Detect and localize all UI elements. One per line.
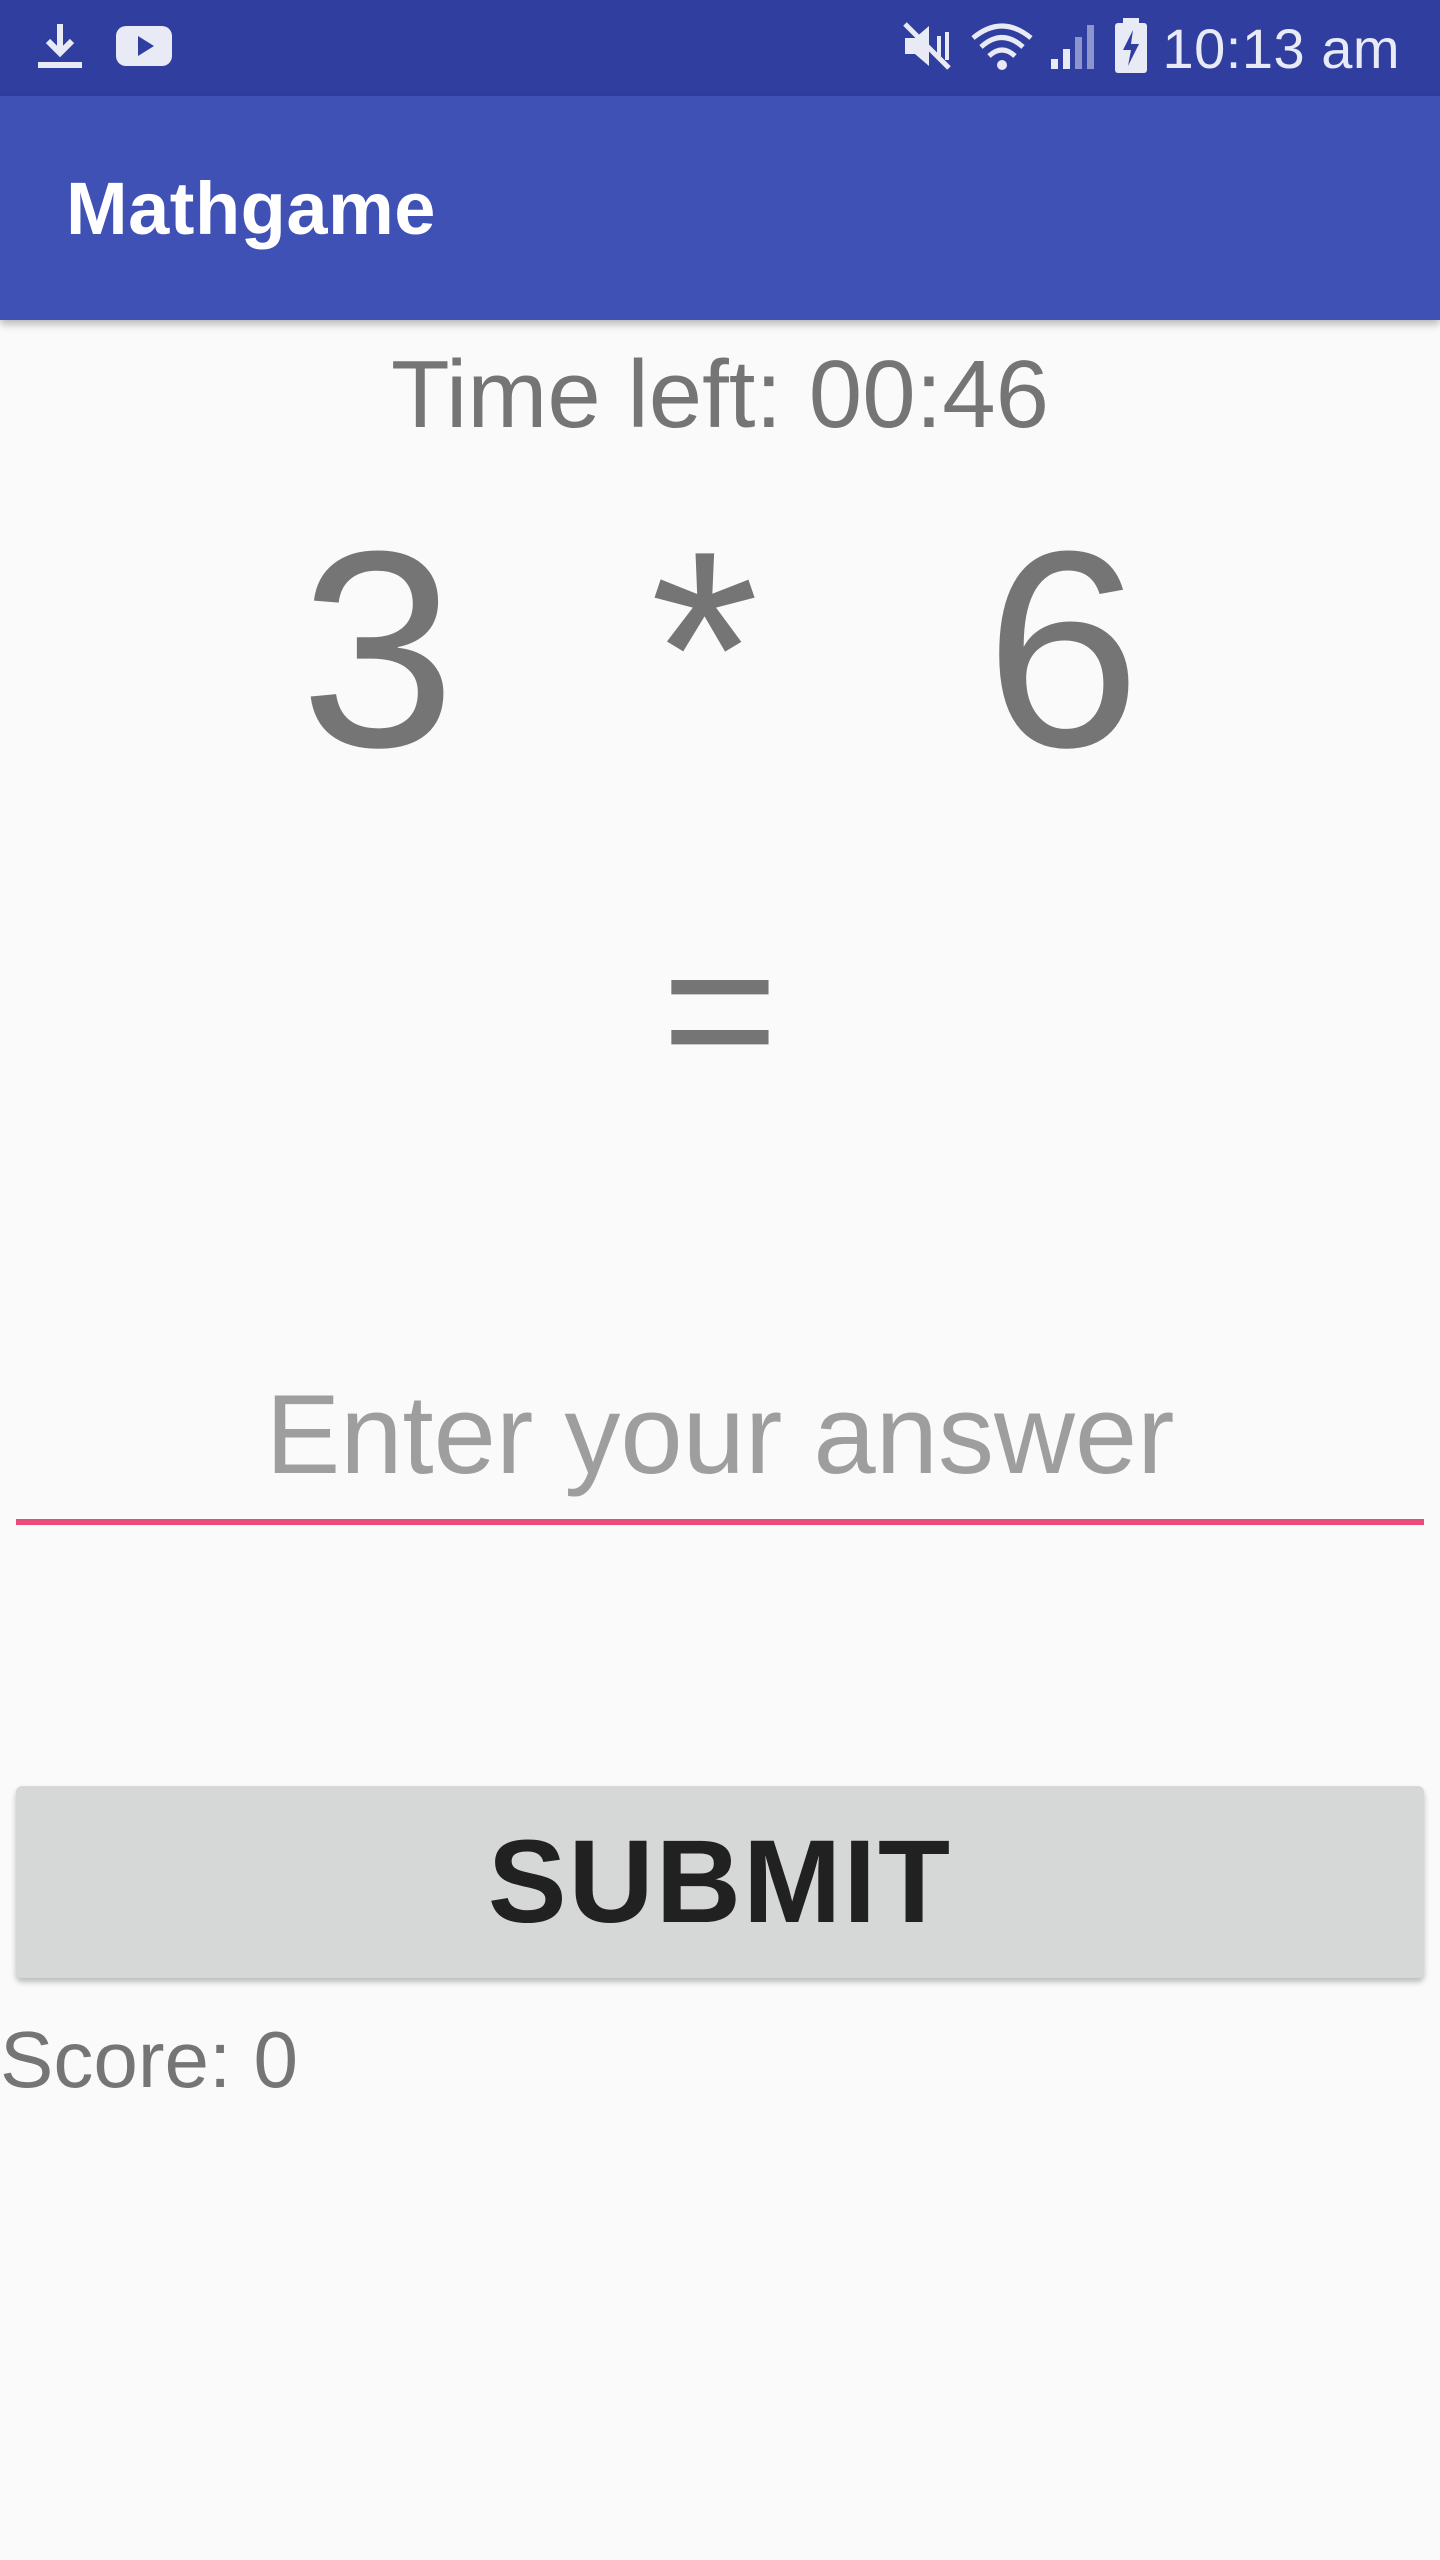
equals-sign: = [661, 898, 779, 1121]
answer-input[interactable] [16, 1350, 1424, 1525]
status-bar: 10:13 am [0, 0, 1440, 96]
answer-field-container [16, 1350, 1424, 1535]
app-title: Mathgame [66, 167, 436, 250]
status-bar-time: 10:13 am [1162, 16, 1400, 80]
score-label: Score: 0 [0, 2015, 298, 2104]
submit-button[interactable]: SUBMIT [16, 1786, 1424, 1978]
youtube-icon [116, 24, 172, 73]
time-left-label: Time left: 00:46 [390, 341, 1050, 448]
signal-icon [1049, 21, 1099, 76]
download-icon [34, 20, 86, 77]
status-bar-notifications [34, 22, 172, 74]
mute-icon [899, 18, 955, 79]
status-bar-system: 10:13 am [899, 12, 1401, 84]
operand-2: 6 [985, 494, 1141, 806]
operator: * [650, 494, 759, 806]
operand-1: 3 [300, 494, 456, 806]
battery-charging-icon [1113, 17, 1149, 79]
app-bar: Mathgame [0, 96, 1440, 320]
wifi-icon [969, 18, 1035, 79]
